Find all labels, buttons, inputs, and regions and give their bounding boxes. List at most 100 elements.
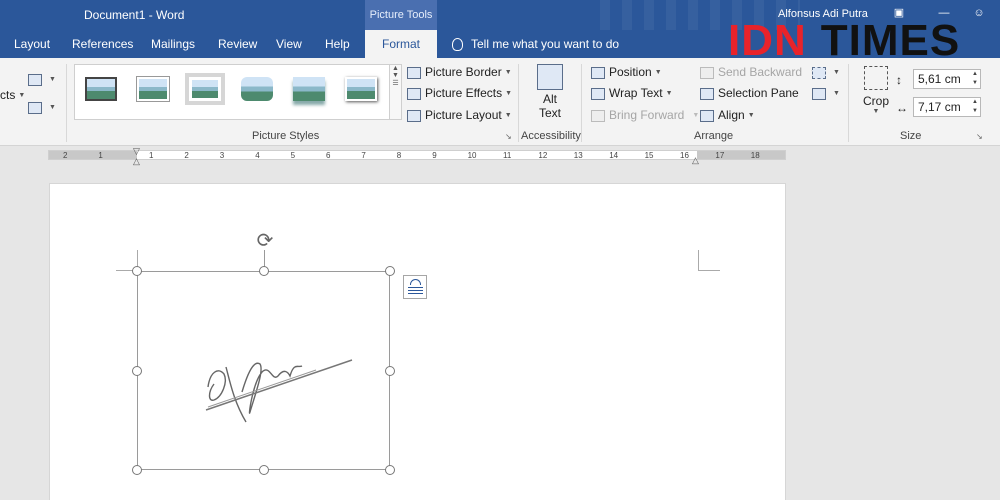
- chevron-down-icon: ▼: [18, 91, 26, 99]
- style-thumb-2[interactable]: [133, 73, 173, 105]
- group-separator: [581, 64, 582, 142]
- artistic-effects-button[interactable]: cts ▼: [0, 86, 25, 104]
- tell-me-text: Tell me what you want to do: [471, 37, 620, 51]
- picture-effects-button[interactable]: Picture Effects ▼: [407, 84, 512, 102]
- document-title: Document1 - Word: [84, 8, 185, 22]
- chevron-down-icon: ▼: [654, 68, 662, 76]
- group-icon: [812, 66, 826, 79]
- ruler-tick-label: 4: [255, 151, 260, 160]
- resize-handle-top-right[interactable]: [385, 266, 395, 276]
- alt-text-label-1: Alt: [542, 92, 557, 106]
- crop-label: Crop: [862, 94, 889, 108]
- margin-corner-mark: [698, 250, 720, 271]
- crop-icon: [864, 66, 888, 90]
- rotate-handle-icon[interactable]: ⟳: [254, 230, 276, 252]
- position-icon: [591, 66, 605, 79]
- selection-pane-icon: [700, 87, 714, 100]
- ruler-tick-label: 1: [98, 151, 103, 160]
- bring-forward-button[interactable]: Bring Forward ▼: [591, 106, 699, 124]
- spin-arrows-icon[interactable]: ▲ ▼: [972, 98, 978, 116]
- ruler-tick-label: 7: [361, 151, 366, 160]
- size-label: Size: [900, 130, 922, 142]
- bring-forward-label: Bring Forward: [609, 108, 685, 122]
- rotate-button[interactable]: ▼: [812, 84, 840, 102]
- picture-border-button[interactable]: Picture Border ▼: [407, 63, 512, 81]
- resize-handle-bottom-left[interactable]: [132, 465, 142, 475]
- layout-options-icon[interactable]: [403, 275, 427, 299]
- chevron-down-icon: ▼: [833, 68, 840, 76]
- selection-pane-button[interactable]: Selection Pane: [700, 84, 799, 102]
- ruler-right-margin: [697, 151, 785, 159]
- ruler-tick-label: 2: [184, 151, 189, 160]
- ruler-tick-label: 14: [609, 151, 619, 160]
- picture-effects-label: Picture Effects: [425, 86, 503, 100]
- picture-styles-label: Picture Styles: [252, 130, 320, 142]
- height-icon: ↕: [896, 73, 902, 87]
- user-icon[interactable]: ☺: [972, 6, 986, 20]
- chevron-down-icon: ▼: [504, 111, 512, 119]
- reset-picture-button[interactable]: ▼: [28, 98, 56, 116]
- gallery-scroll[interactable]: ▲ ▼ ☰: [389, 64, 402, 120]
- chevron-down-icon: ▼: [692, 111, 700, 119]
- group-separator: [848, 64, 849, 142]
- signature-picture[interactable]: [137, 271, 390, 470]
- style-thumb-1[interactable]: [81, 73, 121, 105]
- tab-references[interactable]: References: [66, 30, 139, 58]
- spin-arrows-icon[interactable]: ▲ ▼: [972, 70, 978, 88]
- layout-icon: [407, 109, 421, 122]
- picture-layout-label: Picture Layout: [425, 108, 502, 122]
- width-field[interactable]: 7,17 cm ▲ ▼: [913, 97, 981, 117]
- resize-handle-left[interactable]: [132, 366, 142, 376]
- group-separator: [518, 64, 519, 142]
- hanging-indent-marker[interactable]: △: [133, 156, 140, 167]
- ruler-tick-label: 3: [219, 151, 225, 160]
- position-button[interactable]: Position ▼: [591, 63, 662, 81]
- style-thumb-4[interactable]: [237, 73, 277, 105]
- style-thumb-5[interactable]: [289, 73, 329, 105]
- right-indent-marker[interactable]: △: [692, 155, 699, 166]
- style-thumb-3[interactable]: [185, 73, 225, 105]
- style-thumb-6[interactable]: [341, 73, 381, 105]
- align-button[interactable]: Align ▼: [700, 106, 755, 124]
- resize-handle-top-left[interactable]: [132, 266, 142, 276]
- ruler-tick-label: 17: [715, 151, 725, 160]
- align-label: Align: [718, 108, 745, 122]
- resize-handle-right[interactable]: [385, 366, 395, 376]
- tab-mailings[interactable]: Mailings: [145, 30, 201, 58]
- compress-pictures-button[interactable]: ▼: [28, 70, 56, 88]
- picture-styles-gallery[interactable]: [74, 64, 390, 120]
- group-objects-button[interactable]: ▼: [812, 63, 840, 81]
- ribbon: cts ▼ ▼ ▼ ▲ ▼ ☰ Picture Border ▼ Picture Eff…: [0, 58, 1000, 146]
- ruler-tick-label: 5: [290, 151, 296, 160]
- compress-icon: [28, 73, 42, 86]
- group-separator: [66, 64, 67, 142]
- ruler-tick-label: 6: [326, 151, 331, 160]
- send-backward-button[interactable]: Send Backward▼: [700, 63, 817, 81]
- tell-me-search[interactable]: Tell me what you want to do: [452, 30, 619, 58]
- resize-handle-bottom[interactable]: [259, 465, 269, 475]
- ruler-tick-label: 1: [149, 151, 154, 160]
- lightbulb-icon: [452, 38, 463, 52]
- tab-help[interactable]: Help: [319, 30, 356, 58]
- signature-image: [205, 359, 353, 423]
- dialog-launcher-icon[interactable]: ↘: [976, 128, 983, 146]
- tab-view[interactable]: View: [270, 30, 308, 58]
- tab-format[interactable]: Format: [365, 30, 437, 58]
- width-value: 7,17 cm: [918, 100, 961, 114]
- height-value: 5,61 cm: [918, 72, 961, 86]
- crop-button[interactable]: Crop ▼: [858, 66, 894, 115]
- horizontal-ruler[interactable]: 2 1 1 2 3 4 5 6 7 8 9 10 11 12 13 14 15 16 17 18: [48, 150, 786, 160]
- accessibility-label: Accessibility: [521, 130, 581, 142]
- tab-layout[interactable]: Layout: [8, 30, 56, 58]
- picture-layout-button[interactable]: Picture Layout ▼: [407, 106, 512, 124]
- chevron-down-icon: ▼: [504, 68, 512, 76]
- alt-text-button[interactable]: Alt Text: [530, 64, 570, 120]
- align-icon: [700, 109, 714, 122]
- tab-review[interactable]: Review: [212, 30, 263, 58]
- height-field[interactable]: 5,61 cm ▲ ▼: [913, 69, 981, 89]
- arrange-label: Arrange: [694, 130, 734, 142]
- resize-handle-bottom-right[interactable]: [385, 465, 395, 475]
- dialog-launcher-icon[interactable]: ↘: [505, 128, 512, 146]
- wrap-text-button[interactable]: Wrap Text ▼: [591, 84, 673, 102]
- resize-handle-top[interactable]: [259, 266, 269, 276]
